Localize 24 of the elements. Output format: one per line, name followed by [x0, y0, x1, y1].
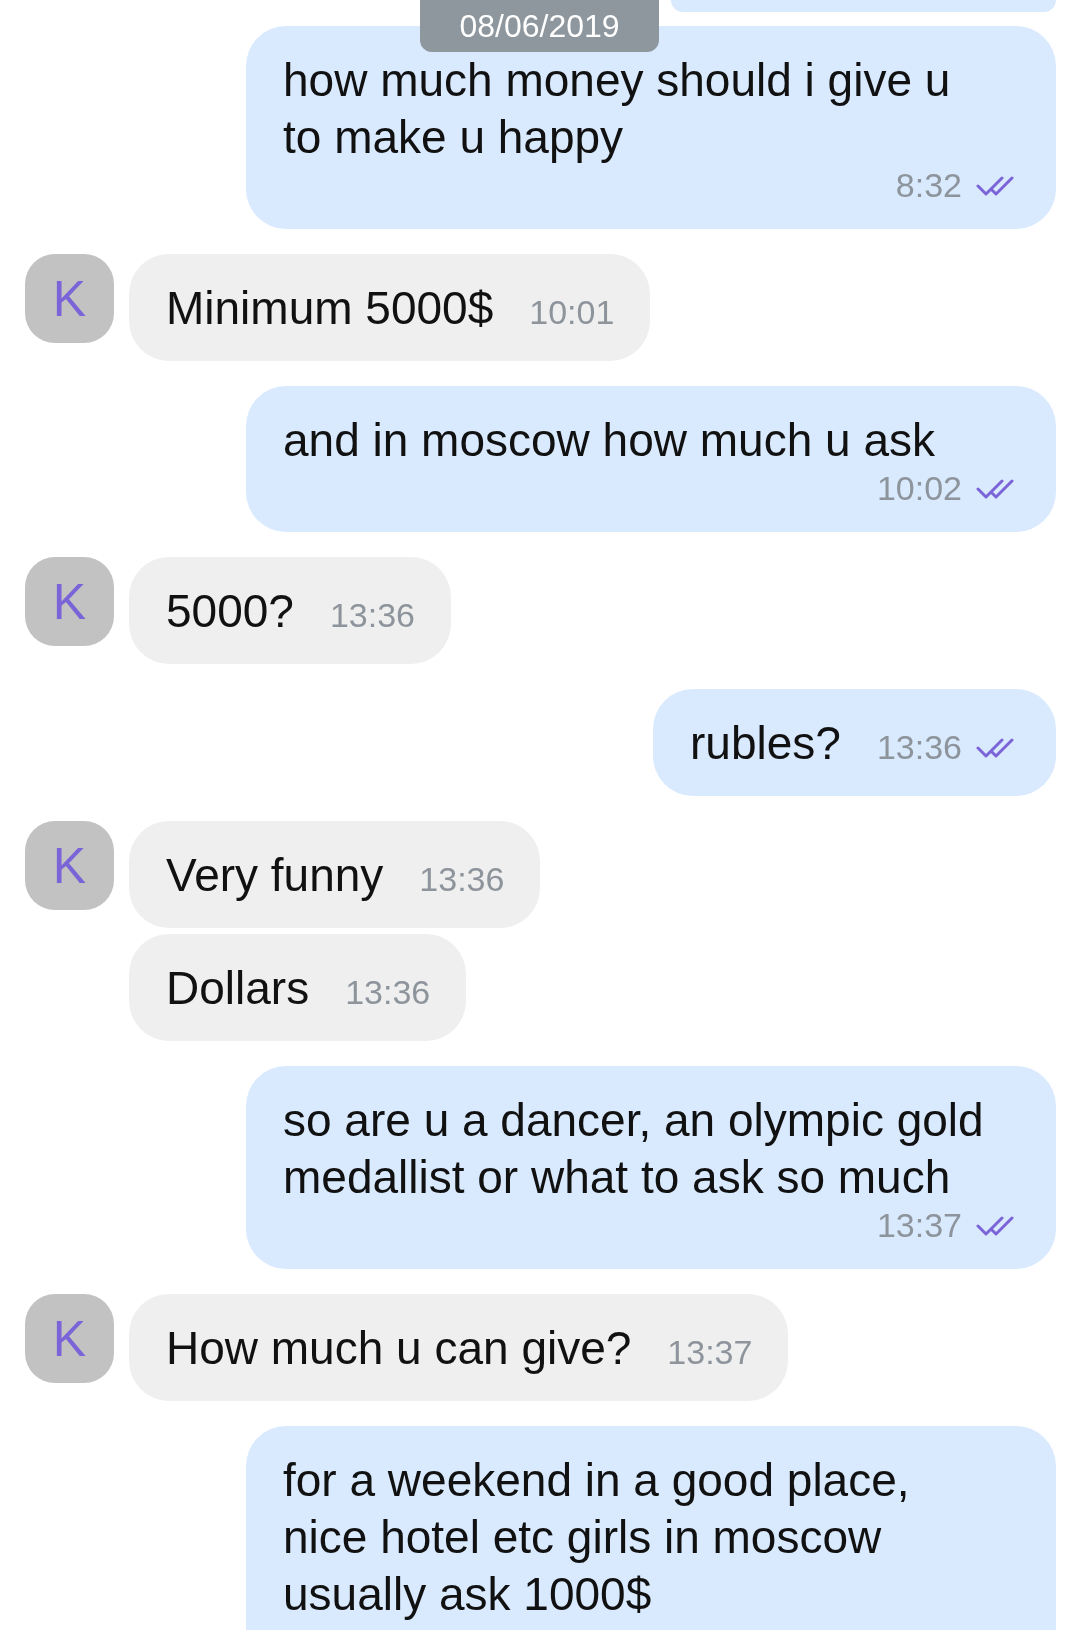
- message-text: how much money should i give u to make u happy: [283, 53, 952, 165]
- message-text: so are u a dancer, an olympic gold medallist or what to ask so much: [283, 1093, 985, 1205]
- message-time: 10:02: [876, 469, 962, 508]
- message-time: 13:37: [876, 1206, 962, 1245]
- message-text: How much u can give?: [166, 1321, 632, 1376]
- message-time: 13:36: [329, 596, 415, 635]
- message-text: for a weekend in a good place, nice hotel etc girls in moscow usually ask 1000$: [283, 1453, 911, 1622]
- message-text: Dollars: [166, 961, 310, 1016]
- message-time: 13:37: [667, 1333, 753, 1372]
- message-text: rubles?: [690, 716, 841, 771]
- message-time: 8:32: [895, 166, 962, 205]
- message-text: Minimum 5000$: [166, 281, 494, 336]
- message-time: 13:36: [345, 973, 431, 1012]
- date-label: 08/06/2019: [420, 0, 659, 52]
- message-time: 10:01: [529, 293, 615, 332]
- message-text: Very funny: [166, 848, 384, 903]
- message-time: 13:36: [419, 860, 505, 899]
- avatar[interactable]: K: [25, 254, 114, 343]
- message-time: 13:36: [876, 728, 962, 767]
- avatar[interactable]: K: [25, 1294, 114, 1383]
- avatar[interactable]: K: [25, 821, 114, 910]
- message-text: and in moscow how much u ask: [283, 413, 935, 468]
- message-text: 5000?: [166, 584, 294, 639]
- avatar[interactable]: K: [25, 557, 114, 646]
